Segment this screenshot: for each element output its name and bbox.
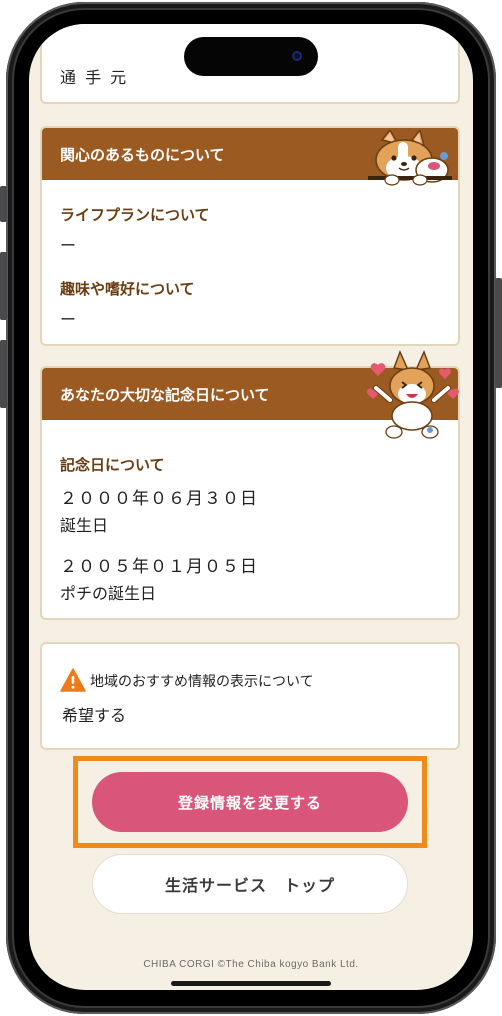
region-info-value: 希望する — [62, 706, 127, 725]
anniversary-entry-2-date: ２００５年０１月０５日 — [60, 557, 258, 577]
app-screen: 通 手 元 関心のあるものについて ライフプランについて ー 趣味や嗜好について… — [29, 24, 473, 990]
home-indicator[interactable] — [171, 981, 331, 986]
hobby-value: ー — [60, 310, 77, 329]
interests-card: 関心のあるものについて ライフプランについて ー 趣味や嗜好について ー — [40, 126, 460, 346]
anniversary-entry-1-date: ２０００年０６月３０日 — [60, 489, 258, 509]
interests-card-title: 関心のあるものについて — [60, 145, 225, 164]
anniversary-entry-1-name: 誕生日 — [60, 516, 109, 535]
phone-volume-up-button — [0, 252, 7, 320]
hobby-label: 趣味や嗜好について — [60, 280, 195, 298]
dynamic-island — [184, 37, 318, 76]
phone-power-button — [495, 278, 502, 388]
change-registration-button[interactable]: 登録情報を変更する — [92, 772, 408, 832]
warning-icon — [60, 668, 86, 692]
anniversary-card-title: あなたの大切な記念日について — [60, 385, 270, 404]
life-plan-value: ー — [60, 236, 77, 255]
region-info-card: 地域のおすすめ情報の表示について 希望する — [40, 642, 460, 750]
anniversary-entry-2-name: ポチの誕生日 — [60, 584, 157, 603]
corgi-peeking-icon — [368, 130, 452, 186]
life-plan-label: ライフプランについて — [60, 206, 210, 224]
camera-icon — [292, 51, 302, 61]
region-info-label: 地域のおすすめ情報の表示について — [90, 674, 314, 690]
life-service-top-button[interactable]: 生活サービス トップ — [92, 854, 408, 914]
anniversary-card: あなたの大切な記念日について 記念日について ２０００年０６月３０日 誕生日 ２… — [40, 350, 460, 620]
copyright-footer: CHIBA CORGI ©The Chiba kogyo Bank Ltd. — [143, 959, 359, 970]
corgi-celebrating-icon — [366, 350, 459, 439]
phone-mockup: 通 手 元 関心のあるものについて ライフプランについて ー 趣味や嗜好について… — [0, 0, 502, 1016]
previous-card-value: 通 手 元 — [60, 68, 129, 87]
phone-action-button — [0, 186, 7, 222]
phone-volume-down-button — [0, 340, 7, 408]
anniversary-label: 記念日について — [60, 456, 165, 474]
